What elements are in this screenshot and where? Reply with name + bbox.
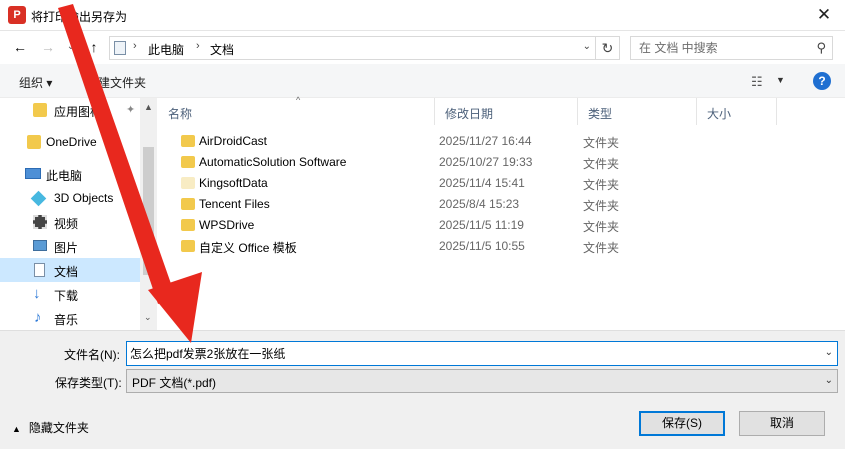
sidebar-item-label: 应用图标 (54, 105, 103, 119)
computer-icon (25, 168, 41, 179)
hide-folders-label: 隐藏文件夹 (28, 421, 89, 435)
file-list: 名称 ^ 修改日期 类型 大小 AirDroidCast 2025/11/27 … (158, 95, 845, 330)
sidebar-item-this-pc[interactable]: 此电脑 (0, 162, 140, 186)
folder-icon (27, 135, 41, 149)
folder-icon (181, 198, 195, 210)
folder-icon (181, 219, 195, 231)
sidebar-item-label: 3D Objects (54, 191, 114, 205)
documents-location-icon (114, 41, 126, 55)
cancel-button[interactable]: 取消 (739, 411, 825, 436)
folder-icon (181, 135, 195, 147)
download-icon: ↓ (33, 285, 41, 302)
save-button[interactable]: 保存(S) (639, 411, 725, 436)
folder-icon (33, 103, 47, 117)
sidebar-item-label: 文档 (54, 265, 79, 279)
navigation-bar: ← → ⌄ ↑ › 此电脑 › 文档 ⌄ ↻ ⚲ (0, 31, 845, 64)
column-header-name[interactable]: 名称 ^ (158, 95, 435, 125)
sort-ascending-icon: ^ (296, 95, 301, 105)
filename-input[interactable] (130, 346, 810, 361)
recent-locations-chevron-icon[interactable]: ⌄ (62, 38, 80, 56)
pdf-app-icon: P (8, 6, 26, 24)
sidebar-scrollbar[interactable]: ▲ ⌄ (140, 98, 157, 330)
document-icon (34, 263, 45, 277)
filetype-select[interactable]: PDF 文档(*.pdf) ⌄ (126, 369, 838, 393)
file-row[interactable]: AutomaticSolution Software 2025/10/27 19… (158, 152, 845, 173)
chevron-up-icon: ▲ (12, 424, 21, 434)
back-arrow-icon[interactable]: ← (11, 38, 29, 56)
sidebar-item-pictures[interactable]: 图片 (0, 234, 140, 258)
sidebar-item-downloads[interactable]: ↓ 下载 (0, 282, 140, 306)
file-row[interactable]: Tencent Files 2025/8/4 15:23 文件夹 (158, 194, 845, 215)
address-dropdown-icon[interactable]: ⌄ (583, 41, 591, 52)
cube-icon (30, 190, 47, 207)
file-row[interactable]: WPSDrive 2025/11/5 11:19 文件夹 (158, 215, 845, 236)
chevron-down-icon[interactable]: ⌄ (825, 375, 833, 386)
sidebar-item-documents[interactable]: 文档 (0, 258, 140, 282)
folder-icon (181, 156, 195, 168)
filetype-label: 保存类型(T): (55, 376, 122, 390)
title-bar: P 将打印输出另存为 ✕ (0, 0, 845, 31)
sidebar-item-label: 图片 (54, 241, 79, 255)
breadcrumb-this-pc[interactable]: 此电脑 (148, 41, 184, 58)
search-icon[interactable]: ⚲ (816, 40, 826, 56)
sidebar-item-label: 音乐 (54, 313, 79, 327)
pin-icon[interactable]: ✦ (126, 103, 135, 116)
file-row[interactable]: KingsoftData 2025/11/4 15:41 文件夹 (158, 173, 845, 194)
view-options-icon[interactable]: ☷ (751, 74, 763, 90)
file-row[interactable]: 自定义 Office 模板 2025/11/5 10:55 文件夹 (158, 236, 845, 257)
sidebar-item-label: 此电脑 (46, 169, 83, 183)
sidebar-item-label: 下载 (54, 289, 79, 303)
sidebar-item-label: 视频 (54, 217, 79, 231)
music-icon: ♪ (34, 309, 42, 326)
picture-icon (33, 240, 47, 251)
scrollbar-thumb[interactable] (143, 147, 154, 275)
window-title: 将打印输出另存为 (31, 10, 128, 24)
hide-folders-toggle[interactable]: ▲ 隐藏文件夹 (12, 419, 89, 436)
search-box[interactable]: ⚲ (630, 36, 833, 60)
scroll-down-icon[interactable]: ⌄ (144, 312, 152, 323)
column-header-size[interactable]: 大小 (697, 98, 777, 125)
filename-field[interactable]: ⌄ (126, 341, 838, 366)
organize-button[interactable]: 组织 ▾ (19, 74, 52, 91)
save-form: 文件名(N): ⌄ 保存类型(T): PDF 文档(*.pdf) ⌄ ▲ 隐藏文件… (0, 330, 845, 449)
scroll-up-icon[interactable]: ▲ (144, 102, 153, 112)
sidebar-item-videos[interactable]: 视频 (0, 210, 140, 234)
navigation-pane: 应用图标 ✦ OneDrive 此电脑 3D Objects 视频 图片 文档 … (0, 98, 157, 330)
sidebar-item-3d-objects[interactable]: 3D Objects (0, 186, 140, 210)
chevron-down-icon[interactable]: ⌄ (825, 347, 833, 358)
close-button[interactable]: ✕ (809, 3, 839, 27)
file-row[interactable]: AirDroidCast 2025/11/27 16:44 文件夹 (158, 131, 845, 152)
sidebar-item-app-icons[interactable]: 应用图标 ✦ (0, 98, 140, 122)
folder-icon (181, 240, 195, 252)
refresh-icon[interactable]: ↻ (595, 37, 619, 59)
filetype-value: PDF 文档(*.pdf) (132, 376, 217, 390)
column-header-type[interactable]: 类型 (578, 98, 697, 125)
command-toolbar: 组织 ▾ 新建文件夹 ☷ ▼ ? (0, 64, 845, 98)
breadcrumb-separator: › (133, 40, 137, 52)
search-input[interactable] (639, 40, 809, 56)
column-header-date[interactable]: 修改日期 (435, 98, 578, 125)
view-dropdown-icon[interactable]: ▼ (776, 75, 785, 85)
forward-arrow-icon[interactable]: → (39, 38, 57, 56)
help-icon[interactable]: ? (813, 72, 831, 90)
folder-icon (181, 177, 195, 189)
address-bar[interactable]: › 此电脑 › 文档 ⌄ ↻ (109, 36, 620, 60)
video-icon (33, 215, 47, 229)
filename-label: 文件名(N): (64, 348, 120, 362)
sidebar-item-onedrive[interactable]: OneDrive (0, 130, 140, 154)
breadcrumb-documents[interactable]: 文档 (210, 41, 234, 58)
breadcrumb-separator: › (196, 40, 200, 52)
up-arrow-icon[interactable]: ↑ (85, 38, 103, 56)
sidebar-item-music[interactable]: ♪ 音乐 (0, 306, 140, 330)
new-folder-button[interactable]: 新建文件夹 (86, 74, 146, 91)
sidebar-item-label: OneDrive (46, 135, 97, 149)
